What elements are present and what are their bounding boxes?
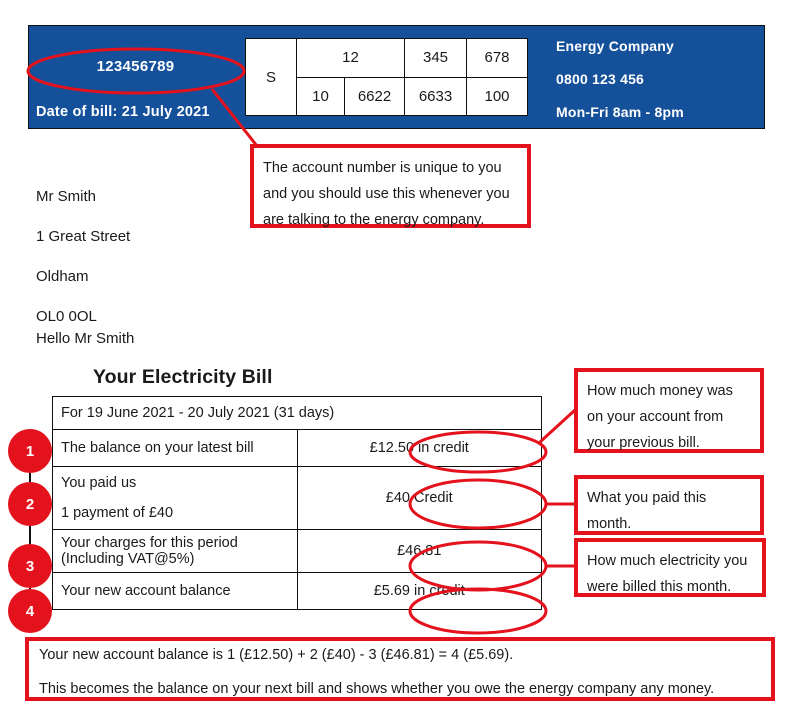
address-line-3: Oldham — [36, 268, 89, 285]
table-row-period: For 19 June 2021 - 20 July 2021 (31 days… — [52, 396, 542, 430]
bill-summary-table: For 19 June 2021 - 20 July 2021 (31 days… — [52, 396, 542, 610]
row-4-label: Your new account balance — [52, 572, 298, 610]
step-connector-2-3 — [29, 526, 31, 544]
annotation-balance-line-2: on your account from — [587, 409, 724, 425]
company-phone: 0800 123 456 — [556, 71, 645, 87]
mpan-grid: 12 345 678 10 6622 6633 100 — [297, 39, 527, 115]
annotation-account-number: The account number is unique to you and … — [250, 144, 531, 228]
annotation-balance-line-3: your previous bill. — [587, 435, 700, 451]
annotation-summary-line-1: Your new account balance is 1 (£12.50) +… — [39, 647, 514, 663]
address-line-4: OL0 0OL — [36, 308, 97, 325]
mpan-cell-top-1: 12 — [297, 39, 405, 77]
page-title: Your Electricity Bill — [93, 366, 273, 388]
row-2-label-line2: 1 payment of £40 — [61, 505, 174, 521]
annotation-account-line-2: and you should use this whenever you — [263, 186, 510, 202]
annotation-account-line-3: are talking to the energy company. — [263, 212, 485, 228]
customer-address: Mr Smith 1 Great Street Oldham OL0 0OL — [36, 188, 256, 348]
annotation-payment: What you paid this month. — [574, 475, 764, 535]
table-row: Your new account balance £5.69 in credit — [52, 572, 542, 610]
row-3-label: Your charges for this period (Including … — [52, 529, 298, 573]
mpan-profile-cell: S — [246, 39, 297, 115]
step-badge-4: 4 — [8, 589, 52, 633]
company-hours: Mon-Fri 8am - 8pm — [556, 104, 684, 120]
mpan-cell-bottom-1: 10 — [297, 77, 345, 115]
mpan-table: S 12 345 678 10 6622 6633 100 — [245, 38, 528, 116]
billing-period-cell: For 19 June 2021 - 20 July 2021 (31 days… — [52, 396, 542, 430]
table-row: You paid us 1 payment of £40 £40 Credit — [52, 466, 542, 530]
row-3-value: £46.81 — [296, 529, 542, 573]
mpan-row-top: 12 345 678 — [297, 39, 527, 78]
row-2-value: £40 Credit — [296, 466, 542, 530]
table-row: Your charges for this period (Including … — [52, 529, 542, 573]
step-connector-1-2 — [29, 473, 31, 482]
row-1-value: £12.50 in credit — [296, 429, 542, 467]
row-2-label-line1: You paid us — [61, 475, 137, 491]
mpan-row-bottom: 10 6622 6633 100 — [297, 77, 527, 115]
annotation-summary: Your new account balance is 1 (£12.50) +… — [25, 637, 775, 701]
step-badge-3: 3 — [8, 544, 52, 588]
table-row: The balance on your latest bill £12.50 i… — [52, 429, 542, 467]
annotation-charges: How much electricity you were billed thi… — [574, 538, 766, 597]
step-badge-1: 1 — [8, 429, 52, 473]
annotation-previous-balance: How much money was on your account from … — [574, 368, 764, 453]
company-name: Energy Company — [556, 38, 674, 54]
annotation-paid-line-1: What you paid this — [587, 490, 707, 506]
annotation-account-line-1: The account number is unique to you — [263, 160, 502, 176]
annotation-charges-line-2: were billed this month. — [587, 579, 732, 595]
annotation-balance-line-1: How much money was — [587, 383, 733, 399]
address-line-1: Mr Smith — [36, 188, 96, 205]
annotation-paid-line-2: month. — [587, 516, 632, 532]
mpan-cell-bottom-2: 6622 — [345, 77, 405, 115]
company-contact-block: Energy Company 0800 123 456 Mon-Fri 8am … — [556, 38, 761, 137]
mpan-cell-top-2: 345 — [405, 39, 467, 77]
address-line-2: 1 Great Street — [36, 228, 131, 245]
mpan-cell-bottom-3: 6633 — [405, 77, 467, 115]
row-4-value: £5.69 in credit — [296, 572, 542, 610]
row-1-label: The balance on your latest bill — [52, 429, 298, 467]
mpan-cell-bottom-4: 100 — [484, 87, 510, 105]
leader-line-row-1 — [538, 408, 577, 444]
mpan-cell-top-3: 678 — [484, 49, 510, 67]
account-number: 123456789 — [96, 58, 175, 75]
bill-date: Date of bill: 21 July 2021 — [36, 104, 210, 120]
greeting-line: Hello Mr Smith — [36, 330, 135, 347]
row-2-label: You paid us 1 payment of £40 — [52, 466, 298, 530]
annotation-summary-line-2: This becomes the balance on your next bi… — [39, 681, 715, 697]
step-badge-2: 2 — [8, 482, 52, 526]
annotation-charges-line-1: How much electricity you — [587, 553, 748, 569]
bill-page: 123456789 Date of bill: 21 July 2021 S 1… — [0, 0, 794, 727]
